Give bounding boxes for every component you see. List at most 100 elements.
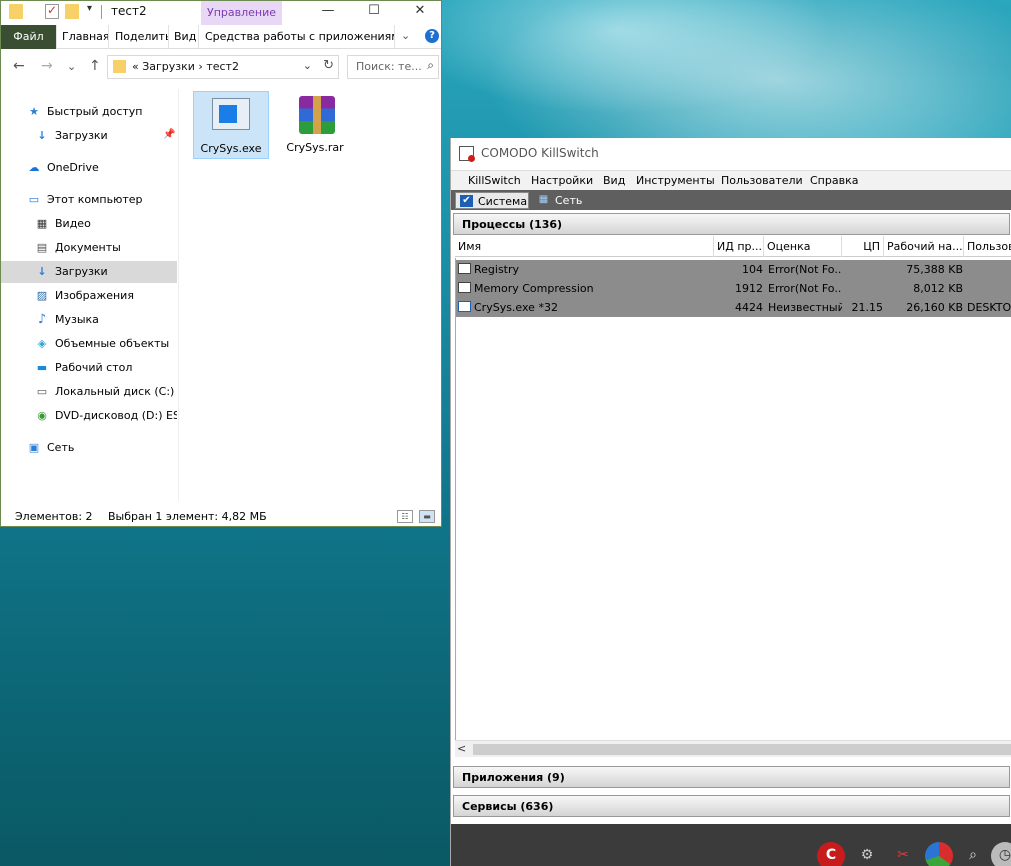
tab-app-tools[interactable]: Средства работы с приложениями <box>199 25 395 49</box>
applications-section-header[interactable]: Приложения (9) <box>453 766 1010 788</box>
address-bar[interactable]: « Загрузки › тест2 ⌄ ↻ <box>107 55 339 79</box>
gear-icon[interactable]: ⚙ <box>853 842 881 866</box>
nav-item-label: Изображения <box>55 289 134 302</box>
process-pid: 104 <box>742 263 763 276</box>
nav-item-documents[interactable]: ▤ Документы <box>1 237 177 259</box>
process-name: CrySys.exe *32 <box>474 301 558 314</box>
scroll-left-arrow-icon[interactable]: < <box>457 742 466 755</box>
file-item-crysys-rar[interactable]: CrySys.rar <box>277 91 353 159</box>
tab-network[interactable]: ▦ Сеть <box>533 192 585 209</box>
up-button[interactable]: ↑ <box>89 58 101 74</box>
nav-item-label: Объемные объекты <box>55 337 170 350</box>
process-working-set: 26,160 KB <box>906 301 963 314</box>
nav-item-desktop[interactable]: ▬ Рабочий стол <box>1 357 177 379</box>
tab-home[interactable]: Главная <box>57 25 109 49</box>
item-count: Элементов: 2 <box>15 510 93 523</box>
manage-context-tab[interactable]: Управление <box>201 1 282 25</box>
nav-item-onedrive[interactable]: ☁ OneDrive <box>1 157 177 179</box>
tab-system[interactable]: ✔ Система <box>455 192 529 209</box>
view-tabs: ✔ Система ▦ Сеть <box>451 190 1011 210</box>
tab-view[interactable]: Вид <box>169 25 199 49</box>
address-dropdown-icon[interactable]: ⌄ <box>303 59 312 72</box>
tools-icon[interactable]: ✂ <box>889 842 917 866</box>
menu-settings[interactable]: Настройки <box>531 174 593 187</box>
pin-icon: 📌 <box>163 129 176 140</box>
recent-locations-button[interactable]: ⌄ <box>67 60 76 73</box>
minimize-button[interactable]: — <box>305 1 351 23</box>
nav-item-local-disk-c[interactable]: ▭ Локальный диск (C:) <box>1 381 177 403</box>
nav-item-downloads-pinned[interactable]: ↓ Загрузки 📌 <box>1 125 177 147</box>
help-icon[interactable]: ? <box>425 29 439 43</box>
process-working-set: 75,388 KB <box>906 263 963 276</box>
services-section-header[interactable]: Сервисы (636) <box>453 795 1010 817</box>
back-button[interactable]: ← <box>13 58 25 74</box>
large-icons-view-icon[interactable]: ▬ <box>419 510 435 523</box>
nav-item-network[interactable]: ▣ Сеть <box>1 437 177 459</box>
comodo-c-icon[interactable]: C <box>817 842 845 866</box>
tab-file[interactable]: Файл <box>1 25 57 49</box>
details-view-icon[interactable]: ☷ <box>397 510 413 523</box>
process-icon <box>458 301 471 312</box>
forward-button[interactable]: → <box>41 58 53 74</box>
table-row[interactable]: CrySys.exe *32 4424 Неизвестный 21.15 26… <box>456 298 1011 317</box>
clock-icon[interactable]: ◷ <box>991 842 1011 866</box>
nav-item-3d-objects[interactable]: ◈ Объемные объекты <box>1 333 177 355</box>
process-rating: Error(Not Fo... <box>768 263 842 276</box>
refresh-icon[interactable]: ↻ <box>323 58 334 73</box>
window-title: тест2 <box>111 4 147 18</box>
process-cpu: 21.15 <box>851 301 884 314</box>
nav-item-label: Сеть <box>47 441 75 454</box>
menu-users[interactable]: Пользователи <box>721 174 803 187</box>
nav-item-this-pc[interactable]: ▭ Этот компьютер <box>1 189 177 211</box>
properties-icon[interactable] <box>45 3 59 19</box>
search-input[interactable]: Поиск: те... ⌕ <box>347 55 439 79</box>
magnifier-icon[interactable]: ⌕ <box>959 842 987 866</box>
nav-item-label: Локальный диск (C:) <box>55 385 175 398</box>
process-rating: Error(Not Fo... <box>768 282 842 295</box>
menu-killswitch[interactable]: KillSwitch <box>468 174 521 187</box>
column-rating[interactable]: Оценка <box>764 236 842 257</box>
computer-icon: ▭ <box>28 193 40 206</box>
ribbon-expand-icon[interactable]: ⌄ <box>401 29 410 42</box>
search-icon[interactable]: ⌕ <box>427 58 434 73</box>
tab-label: Система <box>478 195 528 208</box>
cloud-icon: ☁ <box>28 161 40 174</box>
quick-access-dropdown-icon[interactable]: ▾ <box>87 3 92 14</box>
process-icon <box>458 282 471 293</box>
maximize-button[interactable]: ☐ <box>351 1 397 23</box>
menu-view[interactable]: Вид <box>603 174 625 187</box>
file-item-crysys-exe[interactable]: CrySys.exe <box>193 91 269 159</box>
executable-icon <box>212 98 250 130</box>
chart-icon[interactable] <box>925 842 953 866</box>
menu-tools[interactable]: Инструменты <box>636 174 715 187</box>
address-path[interactable]: « Загрузки › тест2 <box>132 60 239 73</box>
nav-item-pictures[interactable]: ▨ Изображения <box>1 285 177 307</box>
column-name[interactable]: Имя <box>455 236 714 257</box>
process-user: DESKTOP <box>967 301 1011 314</box>
tab-share[interactable]: Поделиться <box>109 25 169 49</box>
nav-item-label: DVD-дисковод (D:) ESD <box>55 409 177 422</box>
killswitch-titlebar[interactable]: COMODO KillSwitch <box>451 138 1011 170</box>
column-user[interactable]: Пользов <box>964 236 1011 257</box>
nav-item-label: Загрузки <box>55 129 108 142</box>
menu-help[interactable]: Справка <box>810 174 858 187</box>
scrollbar-thumb[interactable] <box>473 744 1011 755</box>
close-button[interactable]: ✕ <box>397 1 441 23</box>
nav-item-videos[interactable]: ▦ Видео <box>1 213 177 235</box>
nav-item-downloads[interactable]: ↓ Загрузки <box>1 261 177 283</box>
table-row[interactable]: Memory Compression 1912 Error(Not Fo... … <box>456 279 1011 298</box>
nav-item-dvd-drive-d[interactable]: ◉ DVD-дисковод (D:) ESD <box>1 405 177 427</box>
table-row[interactable]: Registry 104 Error(Not Fo... 75,388 KB <box>456 260 1011 279</box>
new-folder-icon[interactable] <box>65 4 79 19</box>
explorer-titlebar[interactable]: ▾ тест2 Управление — ☐ ✕ <box>1 1 441 25</box>
processes-section-header[interactable]: Процессы (136) <box>453 213 1010 235</box>
column-working-set[interactable]: Рабочий на... <box>884 236 964 257</box>
column-cpu[interactable]: ЦП <box>842 236 884 257</box>
nav-item-quick-access[interactable]: ★ Быстрый доступ <box>1 101 177 123</box>
horizontal-scrollbar[interactable]: < <box>455 740 1011 757</box>
nav-item-music[interactable]: ♪ Музыка <box>1 309 177 331</box>
network-grid-icon: ▦ <box>538 194 549 205</box>
column-pid[interactable]: ИД пр... <box>714 236 764 257</box>
video-icon: ▦ <box>36 217 48 230</box>
file-list: CrySys.exe CrySys.rar <box>181 89 441 501</box>
